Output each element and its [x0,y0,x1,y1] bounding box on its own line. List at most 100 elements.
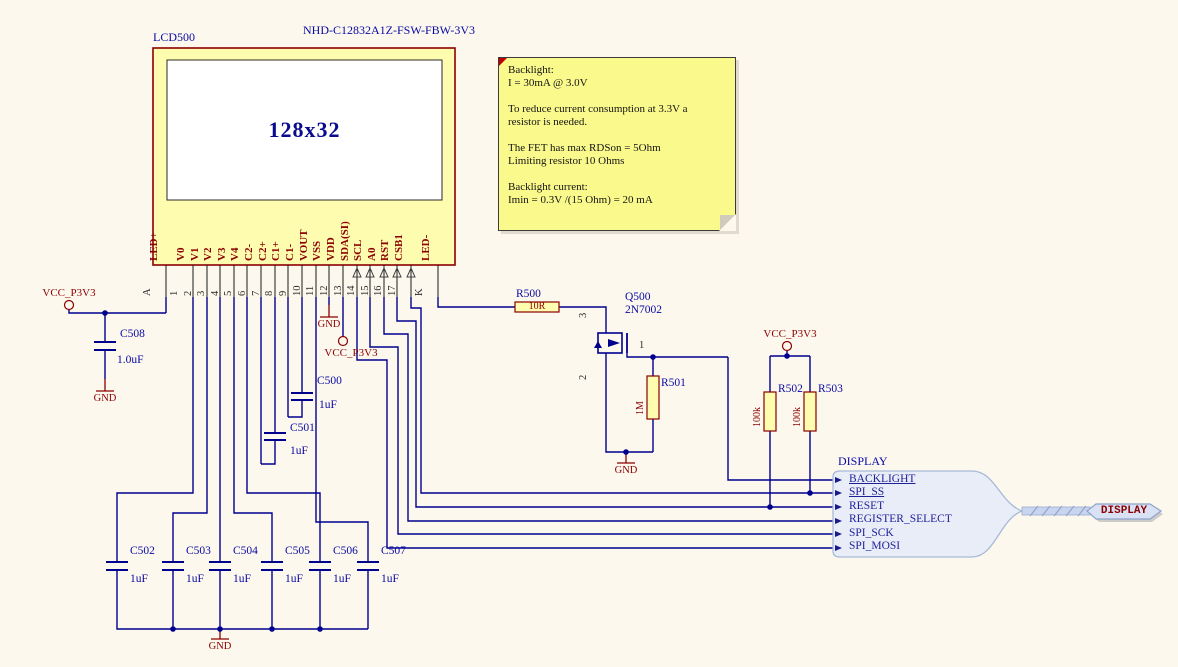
capacitor-c502[interactable] [106,562,128,570]
value-r500[interactable]: 10R [515,301,559,313]
refdes-r501[interactable]: R501 [661,377,686,389]
gnd-label[interactable]: GND [615,465,638,477]
vcc-label[interactable]: VCC_P3V3 [324,347,377,359]
pin-name: VSS [311,241,323,261]
capacitor-c501[interactable] [264,433,286,440]
junction-dot [650,354,656,360]
refdes-q500[interactable]: Q500 [625,291,651,303]
wire-vcc-leda[interactable] [69,297,166,342]
wires [69,297,834,629]
pin-name: SCL [352,240,364,261]
pin-name: SDA(SI) [339,221,351,261]
capacitor-c505[interactable] [261,562,283,570]
refdes-c508[interactable]: C508 [120,328,145,340]
pin-number: 17 [387,286,399,297]
harness-entry-spi-mosi[interactable]: SPI_MOSI [849,540,900,552]
resistor-r503[interactable] [804,392,816,431]
pin-name: V4 [229,248,241,261]
resistor-r502[interactable] [764,392,776,431]
gnd-icon[interactable] [320,305,338,317]
pin-number: 11 [305,286,317,296]
pin-name: RST [379,240,391,261]
refdes-r500[interactable]: R500 [516,288,541,300]
capacitor-c507[interactable] [357,562,379,570]
refdes-c502[interactable]: C502 [130,545,155,557]
harness-entry-spi-sck[interactable]: SPI_SCK [849,527,894,539]
schematic-note[interactable]: Backlight: I = 30mA @ 3.0V To reduce cur… [498,57,736,231]
refdes-c500[interactable]: C500 [317,375,342,387]
pin-name: CSB1 [393,234,405,261]
value-r503[interactable]: 100k [792,407,804,427]
value-c502[interactable]: 1uF [130,573,148,585]
capacitor-c506[interactable] [309,562,331,570]
lcd-part-number[interactable]: NHD-C12832A1Z-FSW-FBW-3V3 [303,24,475,36]
value-c506[interactable]: 1uF [333,573,351,585]
pin-number: 3 [196,291,208,296]
harness-entry-backlight[interactable]: BACKLIGHT [849,473,915,485]
harness-title[interactable]: DISPLAY [838,455,888,467]
pin-number: 13 [333,286,345,297]
junction-dot [269,626,275,632]
harness-entry-register-select[interactable]: REGISTER_SELECT [849,513,952,525]
refdes-c506[interactable]: C506 [333,545,358,557]
pin-number: 9 [278,291,290,296]
harness-entry-reset[interactable]: RESET [849,500,884,512]
capacitor-c504[interactable] [209,562,231,570]
value-c508[interactable]: 1.0uF [117,354,144,366]
refdes-c504[interactable]: C504 [233,545,258,557]
value-c500[interactable]: 1uF [319,399,337,411]
pin-number: 10 [292,286,304,297]
refdes-r502[interactable]: R502 [778,383,803,395]
note-corner-marker-icon [499,58,507,66]
refdes-r503[interactable]: R503 [818,383,843,395]
gnd-icon[interactable] [96,379,114,391]
value-r501[interactable]: 1M [635,401,647,415]
part-q500[interactable]: 2N7002 [625,304,662,316]
harness-cable[interactable] [1022,506,1090,516]
capacitor-c508[interactable] [94,342,116,350]
lcd-screen-text: 128x32 [167,60,442,200]
pin-name: LED- [420,235,432,261]
schematic-canvas: LCD500 NHD-C12832A1Z-FSW-FBW-3V3 128x32 … [0,0,1178,667]
pin-number: 16 [373,286,385,297]
pin-name: VDD [325,237,337,261]
vcc-label[interactable]: VCC_P3V3 [42,287,95,299]
value-c504[interactable]: 1uF [233,573,251,585]
capacitor-c503[interactable] [162,562,184,570]
mosfet-q500[interactable] [594,333,627,353]
pin-number: 2 [183,291,195,296]
refdes-c507[interactable]: C507 [381,545,406,557]
gnd-label[interactable]: GND [318,319,341,331]
harness-entry-spi-ss[interactable]: SPI_SS [849,486,884,498]
pin-number: 7 [251,291,263,296]
vcc-port-icon[interactable] [339,337,348,346]
resistor-r501[interactable] [647,376,659,419]
display-connector-label[interactable]: DISPLAY [1094,505,1154,517]
vcc-label[interactable]: VCC_P3V3 [763,328,816,340]
pin-name: A0 [366,248,378,261]
lcd-refdes[interactable]: LCD500 [153,31,195,43]
pin-name: V1 [189,248,201,261]
pin-name: C2+ [257,241,269,261]
pin-name: V2 [202,248,214,261]
pin-number: 15 [360,286,372,297]
value-c501[interactable]: 1uF [290,445,308,457]
refdes-c501[interactable]: C501 [290,422,315,434]
gnd-label[interactable]: GND [94,393,117,405]
junction-dot [170,626,176,632]
capacitor-c500[interactable] [291,393,313,400]
gnd-label[interactable]: GND [209,641,232,653]
value-c507[interactable]: 1uF [381,573,399,585]
junction-dot [623,449,629,455]
value-r502[interactable]: 100k [752,407,764,427]
pin-number: 14 [346,286,358,297]
wire-v1[interactable] [173,297,207,562]
value-c503[interactable]: 1uF [186,573,204,585]
refdes-c503[interactable]: C503 [186,545,211,557]
vcc-port-icon[interactable] [783,342,792,351]
wire-c2-pump[interactable] [261,297,275,464]
wire-v3[interactable] [234,297,272,562]
vcc-port-icon[interactable] [65,301,74,310]
value-c505[interactable]: 1uF [285,573,303,585]
refdes-c505[interactable]: C505 [285,545,310,557]
